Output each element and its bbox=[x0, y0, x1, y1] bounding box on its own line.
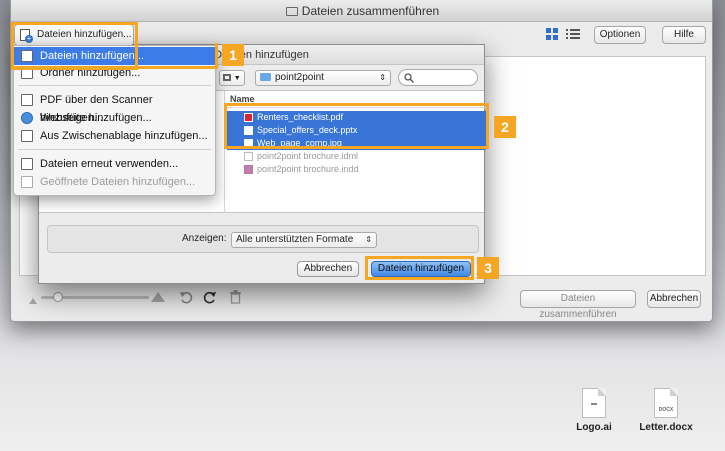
file-type-badge: DOCX bbox=[658, 407, 674, 413]
list-view-icon[interactable] bbox=[566, 28, 580, 40]
menu-item-label: Aus Zwischenablage hinzufügen... bbox=[40, 130, 208, 142]
menu-separator bbox=[18, 149, 211, 150]
file-name: point2point brochure.indd bbox=[257, 164, 359, 174]
file-row: point2point brochure.idml bbox=[227, 150, 486, 163]
merge-files-button[interactable]: Dateien zusammenführen bbox=[520, 290, 636, 320]
callout-frame-1b bbox=[11, 43, 218, 69]
zoom-slider-thumb[interactable] bbox=[53, 292, 63, 302]
format-value: Alle unterstützten Formate bbox=[236, 234, 354, 245]
redo-icon[interactable] bbox=[203, 290, 217, 307]
zoom-out-icon[interactable] bbox=[29, 295, 37, 307]
scanner-icon bbox=[21, 94, 33, 106]
options-button[interactable]: Optionen bbox=[594, 26, 646, 44]
open-files-icon bbox=[21, 176, 33, 188]
merge-document-icon bbox=[285, 7, 298, 16]
bottom-toolbar: Dateien zusammenführen Abbrechen bbox=[11, 280, 712, 320]
window-cancel-button[interactable]: Abbrechen bbox=[647, 290, 701, 308]
indd-file-icon bbox=[244, 165, 253, 174]
desktop-file-letter[interactable]: DOCX Letter.docx bbox=[638, 388, 694, 433]
clipboard-icon bbox=[21, 130, 33, 142]
undo-icon[interactable] bbox=[179, 290, 193, 307]
reuse-files-icon bbox=[21, 158, 33, 170]
updown-chevron-icon: ⇕ bbox=[379, 73, 386, 82]
show-label: Anzeigen: bbox=[182, 233, 227, 244]
menu-item-open-files: Geöffnete Dateien hinzufügen... bbox=[14, 173, 215, 191]
updown-chevron-icon: ⇕ bbox=[365, 235, 372, 244]
trash-icon[interactable] bbox=[229, 289, 242, 307]
grid-view-icon[interactable] bbox=[546, 28, 558, 40]
menu-item-scanner[interactable]: PDF über den Scanner hinzufügen... bbox=[14, 91, 215, 124]
menu-item-webpage[interactable]: Webseite hinzufügen... bbox=[14, 109, 215, 127]
menu-item-label: Dateien erneut verwenden... bbox=[40, 158, 179, 170]
dialog-cancel-button[interactable]: Abbrechen bbox=[297, 261, 359, 277]
grid-small-icon bbox=[223, 74, 231, 81]
format-dropdown[interactable]: Alle unterstützten Formate ⇕ bbox=[231, 232, 377, 248]
menu-item-clipboard[interactable]: Aus Zwischenablage hinzufügen... bbox=[14, 127, 215, 145]
web-icon bbox=[21, 112, 33, 124]
callout-badge-3: 3 bbox=[477, 257, 499, 279]
docx-file-icon: DOCX bbox=[654, 388, 678, 418]
menu-item-label: Geöffnete Dateien hinzufügen... bbox=[40, 176, 196, 188]
desktop-file-name: Letter.docx bbox=[639, 422, 693, 433]
location-label: point2point bbox=[275, 72, 324, 83]
search-icon bbox=[404, 73, 414, 83]
idml-file-icon bbox=[244, 152, 253, 161]
callout-frame-2 bbox=[224, 103, 489, 149]
format-filter-panel: Anzeigen: Alle unterstützten Formate ⇕ bbox=[47, 225, 479, 253]
folder-icon bbox=[260, 73, 271, 81]
menu-item-label: Webseite hinzufügen... bbox=[40, 112, 152, 124]
menu-item-reuse-files[interactable]: Dateien erneut verwenden... bbox=[14, 155, 215, 173]
menu-separator bbox=[18, 85, 211, 86]
desktop-file-name: Logo.ai bbox=[576, 422, 612, 433]
ai-file-icon bbox=[582, 388, 606, 418]
window-titlebar: Dateien zusammenführen bbox=[11, 0, 712, 22]
callout-badge-2: 2 bbox=[494, 116, 516, 138]
location-dropdown[interactable]: point2point ⇕ bbox=[255, 70, 391, 86]
zoom-in-icon[interactable] bbox=[151, 292, 165, 305]
window-title: Dateien zusammenführen bbox=[301, 4, 440, 18]
file-name: point2point brochure.idml bbox=[257, 151, 359, 161]
desktop-file-logo[interactable]: Logo.ai bbox=[566, 388, 622, 433]
file-row: point2point brochure.indd bbox=[227, 163, 486, 176]
search-field[interactable] bbox=[398, 69, 478, 86]
chevron-down-icon: ▼ bbox=[233, 75, 241, 82]
help-button[interactable]: Hilfe bbox=[662, 26, 706, 44]
view-mode-dropdown[interactable]: ▼ bbox=[219, 70, 245, 86]
callout-badge-1: 1 bbox=[222, 44, 244, 66]
callout-frame-3 bbox=[365, 256, 474, 280]
